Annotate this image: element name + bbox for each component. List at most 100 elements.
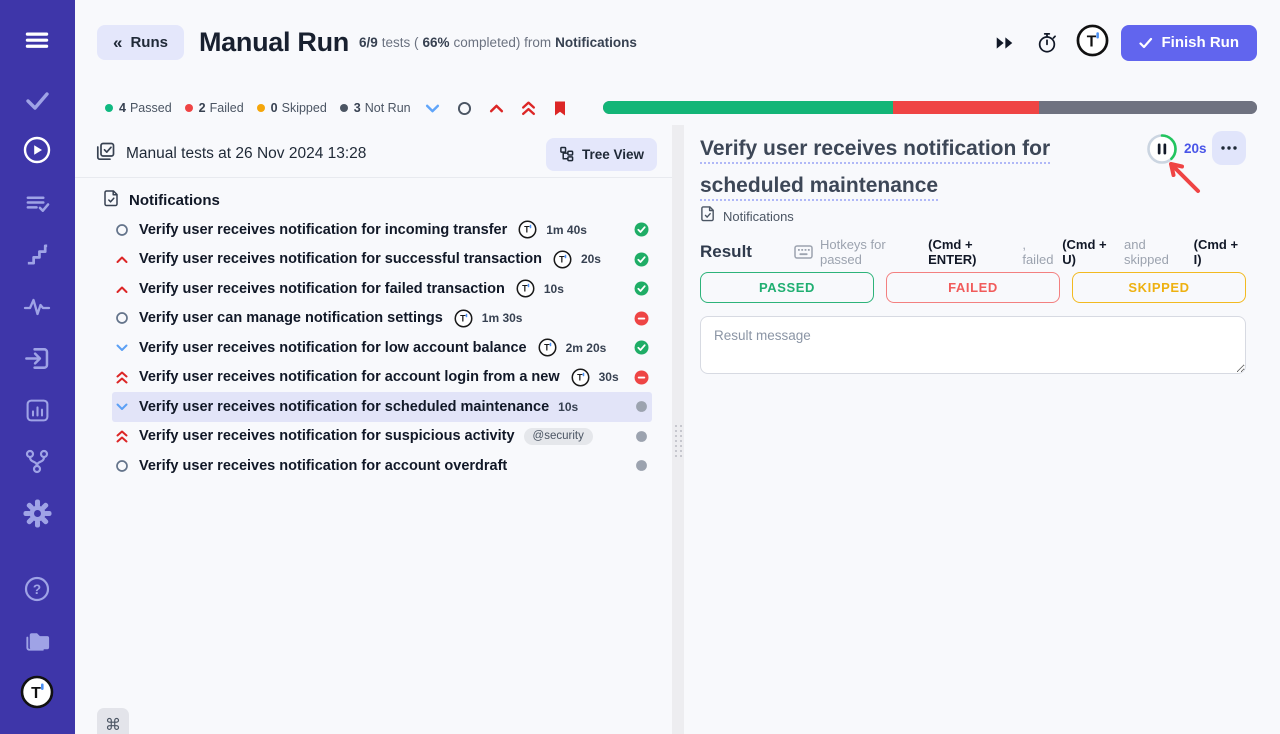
bookmark-icon[interactable] bbox=[552, 99, 568, 118]
test-row[interactable]: Verify user receives notification for in… bbox=[112, 215, 652, 245]
chevron-up-icon[interactable] bbox=[488, 101, 505, 116]
test-row[interactable]: Verify user receives notification for lo… bbox=[112, 333, 652, 363]
chevron-down-icon[interactable] bbox=[424, 101, 441, 116]
ellipsis-icon bbox=[1220, 145, 1238, 151]
projects-folder-icon[interactable] bbox=[19, 623, 55, 659]
status-legend: 4Passed 2Failed 0Skipped 3Not Run bbox=[105, 95, 411, 121]
test-title: Verify user receives notification for sc… bbox=[139, 399, 549, 415]
top-bar: « Runs Manual Run 6/9 tests ( 66% comple… bbox=[75, 0, 1280, 85]
test-plans-icon[interactable] bbox=[19, 185, 55, 221]
priority-high-icon bbox=[114, 281, 130, 297]
legend-skipped: 0Skipped bbox=[257, 101, 327, 115]
test-row[interactable]: Verify user receives notification for ac… bbox=[112, 363, 652, 393]
status-notrun-icon bbox=[634, 458, 649, 473]
test-row[interactable]: Verify user receives notification for su… bbox=[112, 422, 652, 452]
test-title: Verify user receives notification for in… bbox=[139, 222, 507, 238]
document-check-icon bbox=[700, 205, 716, 227]
status-passed-icon bbox=[634, 340, 649, 355]
more-options-button[interactable] bbox=[1212, 131, 1246, 165]
menu-icon[interactable] bbox=[19, 22, 55, 58]
test-row[interactable]: Verify user can manage notification sett… bbox=[112, 304, 652, 334]
test-title: Verify user receives notification for ac… bbox=[139, 458, 507, 474]
run-progress-subtitle: 6/9 tests ( 66% completed) from Notifica… bbox=[359, 35, 637, 50]
breadcrumb-label: Notifications bbox=[723, 209, 794, 224]
status-passed-icon bbox=[634, 222, 649, 237]
testomat-logo-icon: T bbox=[571, 368, 590, 387]
pulse-icon[interactable] bbox=[19, 288, 55, 324]
tree-view-button[interactable]: Tree View bbox=[546, 138, 657, 171]
status-passed-icon bbox=[634, 252, 649, 267]
svg-text:T: T bbox=[31, 685, 41, 702]
testomat-logo-icon[interactable]: T bbox=[1076, 24, 1109, 62]
page-title: Manual Run bbox=[199, 27, 349, 58]
test-title: Verify user receives notification for su… bbox=[139, 428, 515, 444]
finish-run-button[interactable]: Finish Run bbox=[1121, 25, 1258, 61]
testomat-logo-icon: T bbox=[538, 338, 557, 357]
result-message-input[interactable] bbox=[700, 316, 1246, 374]
svg-text:T: T bbox=[460, 313, 466, 323]
failed-dot-icon bbox=[185, 104, 193, 112]
tests-check-icon[interactable] bbox=[19, 82, 55, 118]
svg-text:?: ? bbox=[33, 582, 41, 597]
import-icon[interactable] bbox=[19, 340, 55, 376]
folder-row[interactable]: Notifications bbox=[103, 187, 220, 213]
steps-icon[interactable] bbox=[19, 236, 55, 272]
pause-timer-button[interactable] bbox=[1146, 133, 1178, 165]
legend-notrun: 3Not Run bbox=[340, 101, 411, 115]
test-row[interactable]: Verify user receives notification for su… bbox=[112, 245, 652, 275]
run-header: Manual tests at 26 Nov 2024 13:28 Tree V… bbox=[95, 135, 657, 173]
testomat-logo-icon: T bbox=[553, 250, 572, 269]
completed-percent: 66% bbox=[423, 35, 450, 50]
fast-forward-icon[interactable] bbox=[991, 31, 1018, 55]
divider-line bbox=[75, 177, 672, 178]
circle-priority-icon[interactable] bbox=[456, 100, 473, 117]
verdict-buttons: PASSED FAILED SKIPPED bbox=[700, 272, 1246, 303]
status-failed-icon bbox=[634, 370, 649, 385]
keyboard-icon bbox=[794, 245, 813, 259]
test-row[interactable]: Verify user receives notification for fa… bbox=[112, 274, 652, 304]
legend-passed: 4Passed bbox=[105, 101, 172, 115]
svg-text:T: T bbox=[524, 225, 530, 235]
command-shortcut-button[interactable]: ⌘ bbox=[97, 708, 129, 734]
notrun-dot-icon bbox=[340, 104, 348, 112]
progress-segment-passed bbox=[603, 101, 893, 114]
panel-resize-handle[interactable] bbox=[672, 125, 684, 734]
progress-segment-failed bbox=[893, 101, 1038, 114]
passed-button[interactable]: PASSED bbox=[700, 272, 874, 303]
status-notrun-icon bbox=[634, 399, 649, 414]
skipped-button[interactable]: SKIPPED bbox=[1072, 272, 1246, 303]
stopwatch-icon[interactable] bbox=[1032, 27, 1062, 59]
status-row: 4Passed 2Failed 0Skipped 3Not Run bbox=[75, 95, 1280, 121]
test-title: Verify user receives notification for fa… bbox=[139, 281, 505, 297]
svg-text:T: T bbox=[1086, 33, 1096, 50]
testomat-logo-icon: T bbox=[516, 279, 535, 298]
svg-text:T: T bbox=[522, 284, 528, 294]
run-play-icon[interactable] bbox=[19, 132, 55, 168]
double-chevron-up-icon[interactable] bbox=[520, 99, 537, 117]
test-row[interactable]: Verify user receives notification for sc… bbox=[112, 392, 652, 422]
test-title: Verify user receives notification for ac… bbox=[139, 369, 560, 385]
branches-icon[interactable] bbox=[19, 443, 55, 479]
testomat-logo-icon[interactable]: T bbox=[19, 674, 55, 710]
help-icon[interactable]: ? bbox=[19, 571, 55, 607]
folder-name: Notifications bbox=[129, 192, 220, 209]
back-to-runs-button[interactable]: « Runs bbox=[97, 25, 184, 60]
status-passed-icon bbox=[634, 281, 649, 296]
app-root: ? T « Runs Manual Run 6/9 tests ( 66% co… bbox=[0, 0, 1280, 734]
test-duration: 1m 40s bbox=[546, 223, 587, 237]
double-chevron-left-icon: « bbox=[113, 34, 122, 51]
analytics-icon[interactable] bbox=[19, 392, 55, 428]
svg-text:T: T bbox=[577, 372, 583, 382]
breadcrumb[interactable]: Notifications bbox=[700, 205, 794, 227]
test-row[interactable]: Verify user receives notification for ac… bbox=[112, 451, 652, 481]
skipped-dot-icon bbox=[257, 104, 265, 112]
test-duration: 1m 30s bbox=[482, 311, 523, 325]
failed-button[interactable]: FAILED bbox=[886, 272, 1060, 303]
status-notrun-icon bbox=[634, 429, 649, 444]
detail-test-title: Verify user receives notification for sc… bbox=[700, 137, 1050, 201]
priority-highest-icon bbox=[114, 428, 130, 444]
finish-run-label: Finish Run bbox=[1162, 34, 1240, 51]
hotkeys-hint: Hotkeys for passed (Cmd + ENTER) , faile… bbox=[794, 237, 1246, 267]
tests-fraction: 6/9 bbox=[359, 35, 378, 50]
settings-gear-icon[interactable] bbox=[19, 495, 55, 531]
